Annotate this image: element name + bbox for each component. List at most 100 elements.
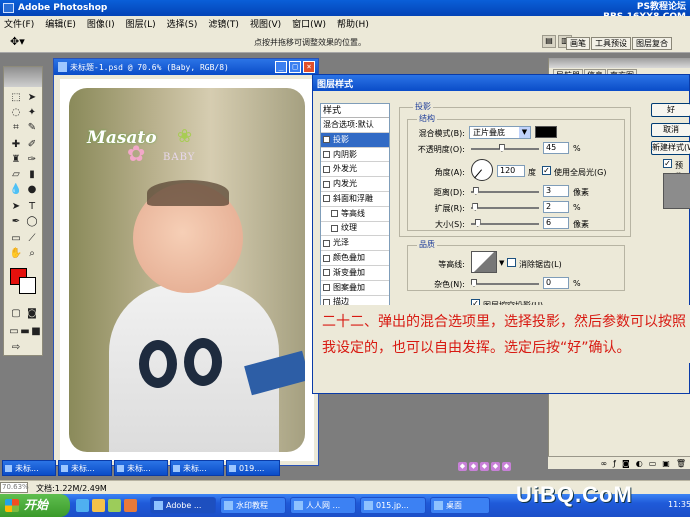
imageready-icon[interactable]: ⇨: [9, 341, 23, 354]
taskbar-item-watermark-tutorial[interactable]: 水印教程: [220, 497, 286, 514]
cancel-button[interactable]: 取消: [651, 123, 690, 137]
style-checkbox[interactable]: [323, 195, 330, 203]
style-checkbox[interactable]: [323, 284, 330, 292]
pen-tool-icon[interactable]: ✒: [9, 215, 23, 228]
move-tool-icon[interactable]: ➤: [25, 91, 39, 104]
style-list-item[interactable]: 等高线: [321, 207, 389, 222]
style-list-item[interactable]: 内阴影: [321, 148, 389, 163]
angle-dial[interactable]: [471, 159, 493, 181]
move-tool-icon[interactable]: ✥▾: [10, 35, 32, 49]
chevron-down-icon[interactable]: ▼: [499, 259, 504, 267]
type-tool-icon[interactable]: T: [25, 200, 39, 213]
spread-input[interactable]: 2: [543, 201, 569, 213]
standard-mode-icon[interactable]: ▢: [9, 307, 23, 320]
style-checkbox[interactable]: [323, 239, 330, 247]
app-icon[interactable]: ◆: [458, 462, 467, 471]
marquee-tool-icon[interactable]: ⬚: [9, 91, 23, 104]
gradient-tool-icon[interactable]: ▮: [25, 168, 39, 181]
minimized-window[interactable]: 未标...: [2, 460, 56, 476]
angle-input[interactable]: 120: [497, 165, 525, 177]
document-info[interactable]: 文档:1.22M/2.49M: [36, 483, 107, 494]
distance-slider[interactable]: [471, 187, 539, 195]
spread-slider[interactable]: [471, 203, 539, 211]
menu-filter[interactable]: 滤镜(T): [208, 17, 239, 30]
antialias-checkbox[interactable]: [507, 258, 516, 267]
style-checkbox[interactable]: [323, 150, 330, 158]
styles-header[interactable]: 样式: [321, 104, 389, 118]
menu-image[interactable]: 图像(I): [87, 17, 115, 30]
style-list-item[interactable]: 内发光: [321, 177, 389, 192]
zoom-tool-icon[interactable]: ⌕: [25, 247, 39, 260]
folder-icon[interactable]: [92, 499, 105, 512]
quick-mask-icon[interactable]: ◙: [25, 307, 39, 320]
slice-tool-icon[interactable]: ✎: [25, 121, 39, 134]
preview-checkbox[interactable]: ✓: [663, 159, 672, 168]
style-checkbox[interactable]: [323, 180, 330, 188]
style-list-item[interactable]: 混合选项:默认: [321, 118, 389, 133]
path-selection-icon[interactable]: ➤: [9, 200, 23, 213]
menu-view[interactable]: 视图(V): [250, 17, 281, 30]
blend-mode-select[interactable]: 正片叠底 ▼: [469, 126, 531, 139]
style-checkbox[interactable]: [323, 165, 330, 173]
close-icon[interactable]: ×: [303, 61, 315, 73]
taskbar-item-015[interactable]: 015.jp...: [360, 497, 426, 514]
style-list-item[interactable]: 斜面和浮雕: [321, 192, 389, 207]
style-list-item[interactable]: 纹理: [321, 222, 389, 237]
hand-tool-icon[interactable]: ✋: [9, 247, 23, 260]
minimize-icon[interactable]: _: [275, 61, 287, 73]
history-brush-icon[interactable]: ✑: [25, 153, 39, 166]
minimized-window[interactable]: 未标...: [58, 460, 112, 476]
shape-tool-icon[interactable]: ◯: [25, 215, 39, 228]
distance-input[interactable]: 3: [543, 185, 569, 197]
app-icon[interactable]: ◆: [480, 462, 489, 471]
document-title-bar[interactable]: 未标题-1.psd @ 70.6% (Baby, RGB/8) _ □ ×: [54, 59, 318, 75]
style-list-item[interactable]: 图案叠加: [321, 281, 389, 296]
tab-brushes[interactable]: 画笔: [566, 37, 590, 50]
new-style-button[interactable]: 新建样式(W)...: [651, 141, 690, 155]
magic-wand-tool-icon[interactable]: ✦: [25, 106, 39, 119]
media-icon[interactable]: [108, 499, 121, 512]
size-slider[interactable]: [471, 219, 539, 227]
contour-picker[interactable]: [471, 251, 497, 273]
screen-mode-full-icon[interactable]: ■: [29, 325, 43, 338]
new-group-icon[interactable]: ▭: [649, 459, 657, 468]
style-checkbox[interactable]: [331, 210, 338, 218]
taskbar-item-desktop[interactable]: 桌面: [430, 497, 490, 514]
trash-icon[interactable]: 🗑: [676, 459, 686, 468]
new-layer-icon[interactable]: ▣: [662, 459, 670, 468]
blur-tool-icon[interactable]: 💧: [9, 183, 23, 196]
canvas[interactable]: ✿ ❀ Masato BABY: [60, 79, 314, 461]
style-checkbox[interactable]: [323, 254, 330, 262]
noise-slider[interactable]: [471, 279, 539, 287]
ok-button[interactable]: 好: [651, 103, 690, 117]
lasso-tool-icon[interactable]: ◌: [9, 106, 23, 119]
size-input[interactable]: 6: [543, 217, 569, 229]
menu-edit[interactable]: 编辑(E): [45, 17, 76, 30]
style-checkbox[interactable]: [331, 224, 338, 232]
shadow-color-swatch[interactable]: [535, 126, 557, 138]
zoom-field[interactable]: 70.63%: [0, 482, 29, 493]
taskbar-item-renren[interactable]: 人人网 ...: [290, 497, 356, 514]
layer-style-icon[interactable]: ƒ: [613, 459, 616, 468]
adjustment-layer-icon[interactable]: ◐: [636, 459, 643, 468]
menu-window[interactable]: 窗口(W): [292, 17, 326, 30]
crop-tool-icon[interactable]: ⌗: [9, 121, 23, 134]
tab-layer-comps[interactable]: 图层复合: [632, 37, 672, 50]
start-button[interactable]: 开始: [0, 494, 70, 517]
style-checkbox[interactable]: ✓: [323, 136, 330, 144]
minimized-window[interactable]: 未标...: [114, 460, 168, 476]
opacity-slider[interactable]: [471, 144, 539, 152]
dodge-tool-icon[interactable]: ●: [25, 183, 39, 196]
background-color-swatch[interactable]: [19, 277, 36, 294]
eraser-tool-icon[interactable]: ▱: [9, 168, 23, 181]
eyedropper-tool-icon[interactable]: ⟋: [25, 232, 39, 245]
minimized-window[interactable]: 019....: [226, 460, 280, 476]
style-list-item[interactable]: 渐变叠加: [321, 266, 389, 281]
noise-input[interactable]: 0: [543, 277, 569, 289]
global-light-checkbox[interactable]: ✓: [542, 166, 551, 175]
ie-icon[interactable]: [76, 499, 89, 512]
taskbar-item-photoshop[interactable]: Adobe ...: [150, 497, 216, 514]
menu-help[interactable]: 帮助(H): [337, 17, 369, 30]
menu-layer[interactable]: 图层(L): [126, 17, 156, 30]
layer-mask-icon[interactable]: ◙: [622, 459, 630, 468]
